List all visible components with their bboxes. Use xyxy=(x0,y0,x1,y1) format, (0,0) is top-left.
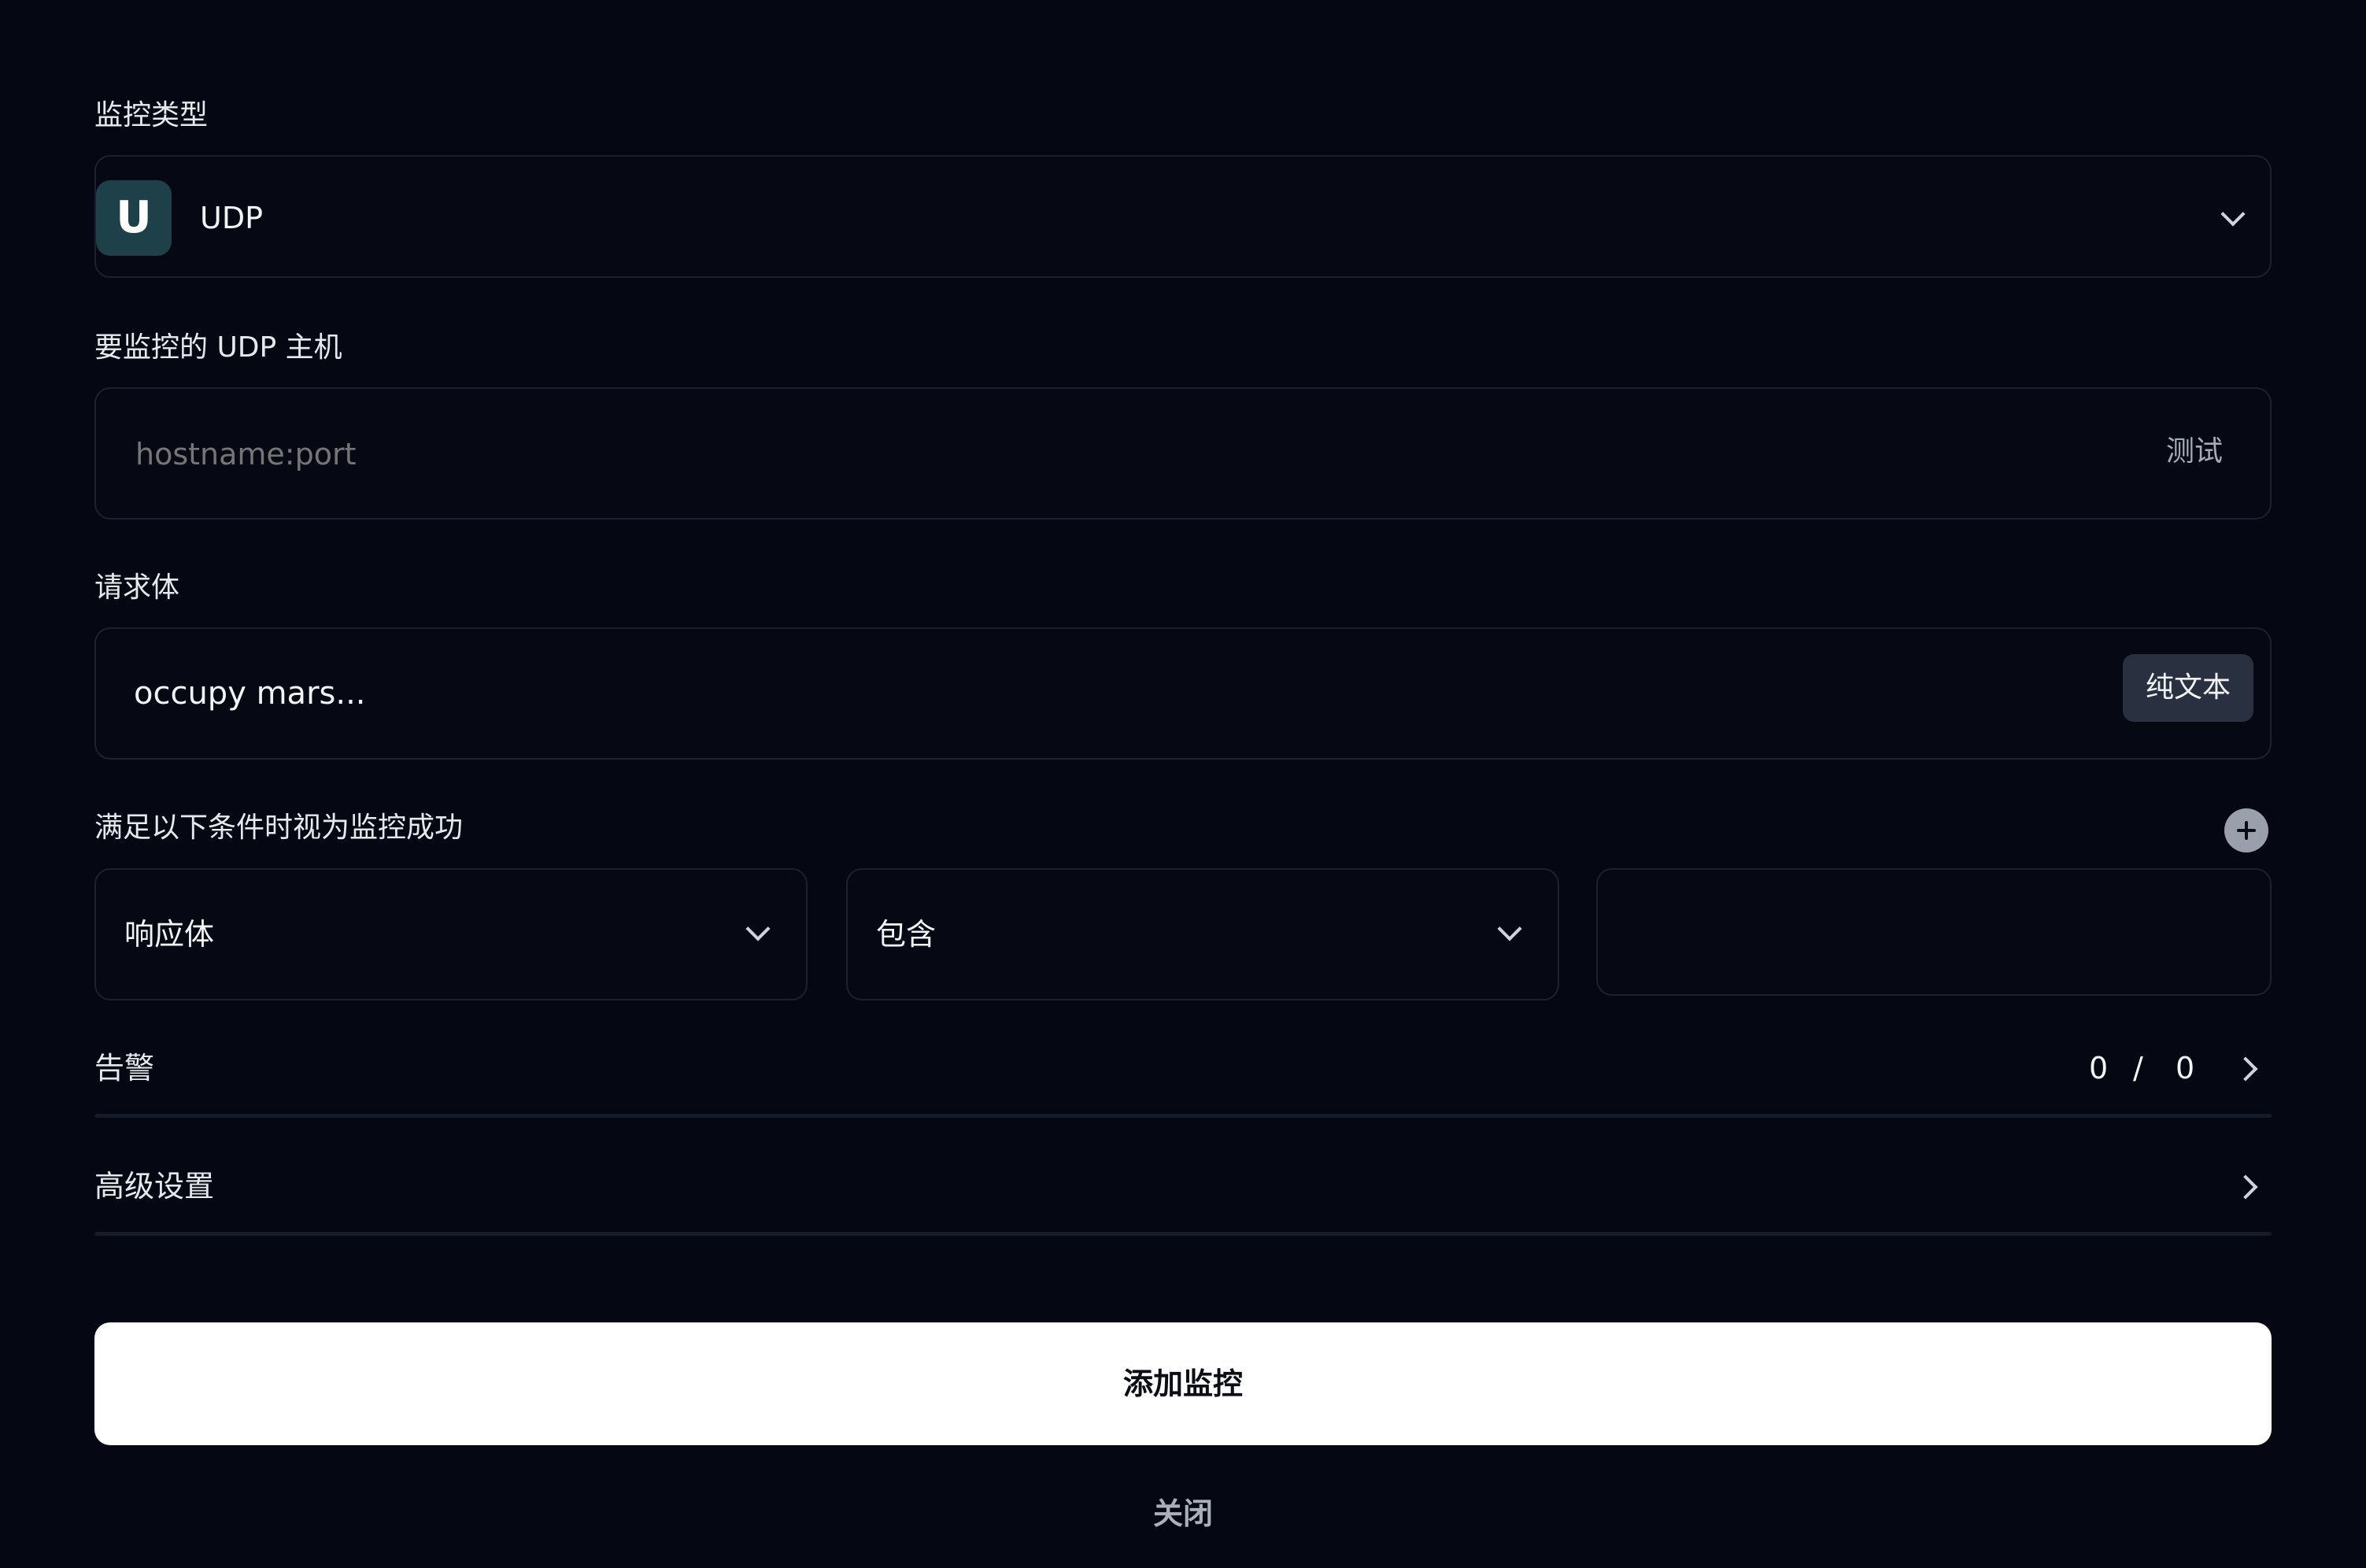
condition-field-value: 响应体 xyxy=(124,917,215,952)
condition-field-select[interactable]: 响应体 xyxy=(94,868,808,1000)
alerts-row[interactable]: 告警 0 / 0 xyxy=(94,1039,2272,1102)
monitor-form: 监控类型 U UDP 要监控的 UDP 主机 测试 请求体 occupy mar… xyxy=(0,0,2366,1568)
condition-operator-value: 包含 xyxy=(876,917,937,952)
host-input[interactable] xyxy=(134,428,2105,480)
add-monitor-button[interactable]: 添加监控 xyxy=(94,1322,2272,1445)
monitor-type-value: UDP xyxy=(200,201,263,235)
add-condition-plus-icon[interactable] xyxy=(2224,808,2268,852)
host-field: 测试 xyxy=(94,387,2272,520)
chevron-down-icon xyxy=(2220,202,2246,227)
request-body-label: 请求体 xyxy=(94,571,180,604)
alerts-count-right: 0 xyxy=(2176,1051,2195,1085)
chevron-right-icon xyxy=(2233,1056,2258,1082)
condition-value-input[interactable] xyxy=(1621,908,2246,960)
close-button[interactable]: 关闭 xyxy=(1104,1494,1262,1533)
request-body-field[interactable]: occupy mars... 纯文本 xyxy=(94,627,2272,760)
condition-value-field xyxy=(1596,868,2272,996)
host-label: 要监控的 UDP 主机 xyxy=(94,331,342,364)
udp-badge-icon: U xyxy=(96,180,172,256)
chevron-right-icon xyxy=(2233,1174,2258,1200)
alerts-count-left: 0 xyxy=(2089,1051,2109,1085)
monitor-type-select[interactable]: U UDP xyxy=(94,155,2272,278)
monitor-type-label: 监控类型 xyxy=(94,99,209,131)
alerts-count-separator: / xyxy=(2133,1051,2143,1085)
advanced-divider xyxy=(94,1232,2272,1236)
request-body-value: occupy mars... xyxy=(134,675,366,712)
test-button[interactable]: 测试 xyxy=(2166,435,2223,469)
conditions-label: 满足以下条件时视为监控成功 xyxy=(94,812,464,844)
chevron-down-icon xyxy=(745,916,771,941)
advanced-settings-row[interactable]: 高级设置 xyxy=(94,1157,2272,1220)
chevron-down-icon xyxy=(1497,916,1522,941)
alerts-divider xyxy=(94,1114,2272,1118)
condition-operator-select[interactable]: 包含 xyxy=(846,868,1559,1000)
alerts-label: 告警 xyxy=(94,1051,155,1085)
advanced-settings-label: 高级设置 xyxy=(94,1169,215,1204)
format-plain-text-button[interactable]: 纯文本 xyxy=(2123,654,2253,722)
